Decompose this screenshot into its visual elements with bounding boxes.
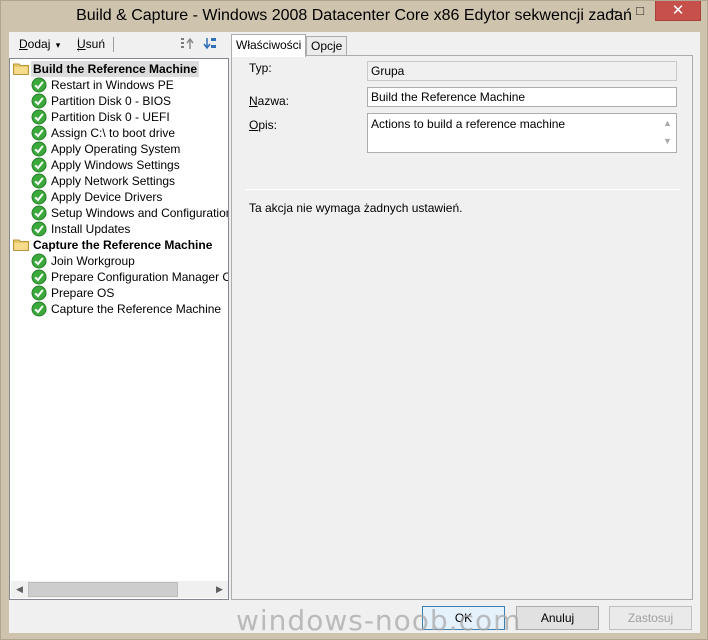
- title-bar[interactable]: Build & Capture - Windows 2008 Datacente…: [1, 1, 707, 32]
- tree-item-label: Prepare OS: [51, 286, 115, 300]
- tree-item-label: Apply Windows Settings: [51, 158, 180, 172]
- checkmark-icon: [31, 93, 47, 109]
- description-text: Actions to build a reference machine: [371, 117, 566, 131]
- scroll-right-icon[interactable]: ▶: [211, 581, 228, 598]
- add-accelerator: D: [19, 37, 28, 51]
- panel-divider: [245, 189, 680, 190]
- task-sequence-tree[interactable]: Build the Reference Machine Restart in Wi…: [9, 58, 229, 600]
- name-input[interactable]: Build the Reference Machine: [367, 87, 677, 107]
- move-up-icon[interactable]: [179, 36, 195, 52]
- tree-toolbar: Dodaj ▾ Usuń: [9, 32, 229, 56]
- type-field: Grupa: [367, 61, 677, 81]
- tree-item-label: Join Workgroup: [51, 254, 135, 268]
- scroll-thumb[interactable]: [28, 582, 178, 597]
- maximize-icon[interactable]: □: [627, 1, 653, 21]
- tree-item-label: Partition Disk 0 - BIOS: [51, 94, 172, 108]
- remove-button[interactable]: Usuń: [77, 37, 105, 51]
- tree-item-label: Setup Windows and Configuration: [51, 206, 229, 220]
- move-down-icon[interactable]: [202, 36, 218, 52]
- checkmark-icon: [31, 221, 47, 237]
- remove-label: suń: [85, 37, 106, 51]
- checkmark-icon: [31, 253, 47, 269]
- checkmark-icon: [31, 269, 47, 285]
- cancel-button[interactable]: Anuluj: [516, 606, 599, 630]
- tree-item-label: Build the Reference Machine: [31, 61, 200, 77]
- checkmark-icon: [31, 285, 47, 301]
- folder-icon: [13, 238, 29, 251]
- scroll-down-icon[interactable]: ▼: [659, 136, 676, 146]
- description-accelerator: O: [249, 118, 259, 132]
- task-sequence-editor-window: Build & Capture - Windows 2008 Datacente…: [0, 0, 708, 640]
- window-client-area: Dodaj ▾ Usuń Build the Reference Machine…: [9, 32, 700, 633]
- apply-button[interactable]: Zastosuj: [609, 606, 692, 630]
- tree-item-label: Install Updates: [51, 222, 131, 236]
- tree-item-label: Apply Device Drivers: [51, 190, 163, 204]
- tree-item-label: Assign C:\ to boot drive: [51, 126, 176, 140]
- close-icon[interactable]: ✕: [655, 1, 701, 21]
- description-input[interactable]: Actions to build a reference machine ▲ ▼: [367, 113, 677, 153]
- checkmark-icon: [31, 125, 47, 141]
- name-accelerator: N: [249, 94, 258, 108]
- tree-item-label: Capture the Reference Machine: [33, 238, 213, 252]
- dropdown-arrow-icon: ▾: [55, 40, 61, 50]
- name-label-text: azwa:: [257, 94, 290, 108]
- description-scrollbar[interactable]: ▲ ▼: [659, 114, 676, 152]
- tree-item-label: Apply Operating System: [51, 142, 181, 156]
- checkmark-icon: [31, 301, 47, 317]
- tree-item-label: Restart in Windows PE: [51, 78, 174, 92]
- toolbar-separator: [113, 37, 114, 52]
- scroll-up-icon[interactable]: ▲: [659, 118, 676, 128]
- tab-properties[interactable]: Właściwości: [231, 34, 307, 57]
- tab-options[interactable]: Opcje: [306, 36, 348, 56]
- remove-accelerator: U: [77, 37, 86, 51]
- minimize-icon[interactable]: –: [601, 1, 627, 21]
- checkmark-icon: [31, 77, 47, 93]
- checkmark-icon: [31, 205, 47, 221]
- add-label: odaj: [27, 37, 51, 51]
- tree-item-label: Partition Disk 0 - UEFI: [51, 110, 170, 124]
- scroll-left-icon[interactable]: ◀: [11, 581, 28, 598]
- description-label-text: pis:: [258, 118, 278, 132]
- description-label: Opis:: [249, 118, 277, 132]
- name-label: Nazwa:: [249, 94, 289, 108]
- tree-item-label: Prepare Configuration Manager Cli: [51, 270, 229, 284]
- horizontal-scrollbar[interactable]: ◀ ▶: [11, 581, 228, 598]
- checkmark-icon: [31, 141, 47, 157]
- task-sequence-pane: Dodaj ▾ Usuń Build the Reference Machine…: [9, 32, 229, 600]
- checkmark-icon: [31, 173, 47, 189]
- watermark: windows-noob.com: [236, 604, 522, 637]
- tree-item-label: Apply Network Settings: [51, 174, 176, 188]
- type-label: Typ:: [249, 61, 272, 75]
- checkmark-icon: [31, 189, 47, 205]
- checkmark-icon: [31, 157, 47, 173]
- add-menu-button[interactable]: Dodaj ▾: [19, 37, 60, 51]
- properties-panel: Typ: Grupa Nazwa: Build the Reference Ma…: [231, 55, 693, 600]
- tree-item-label: Capture the Reference Machine: [51, 302, 222, 316]
- checkmark-icon: [31, 109, 47, 125]
- folder-icon: [13, 62, 29, 75]
- no-settings-message: Ta akcja nie wymaga żadnych ustawień.: [249, 201, 463, 215]
